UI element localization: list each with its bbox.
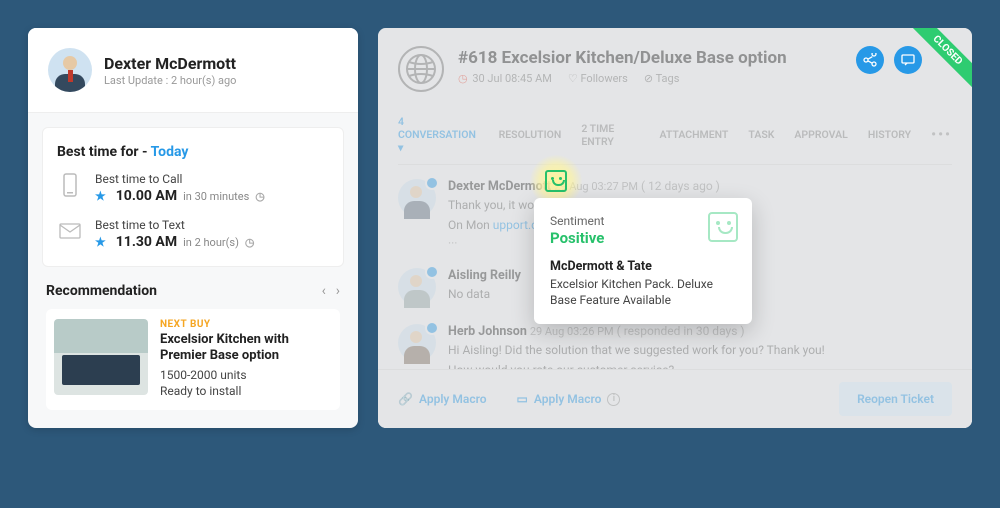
sentiment-popover: Sentiment Positive McDermott & Tate Exce… xyxy=(534,198,752,324)
reco-heading: Recommendation xyxy=(46,283,157,299)
reco-status: Ready to install xyxy=(160,383,332,400)
tab-task[interactable]: TASK xyxy=(748,128,774,141)
chat-icon[interactable] xyxy=(894,46,922,74)
contact-name: Dexter McDermott xyxy=(104,54,236,73)
avatar xyxy=(398,179,436,217)
tags-link[interactable]: ⊘ Tags xyxy=(644,72,680,85)
tab-approval[interactable]: APPROVAL xyxy=(794,128,847,141)
sentiment-desc: Excelsior Kitchen Pack. Deluxe Base Feat… xyxy=(550,276,736,308)
info-icon: i xyxy=(607,393,620,406)
best-time-label: Best time to Text xyxy=(95,218,255,232)
best-time-title: Best time for - Today xyxy=(57,144,329,160)
reco-title: Excelsior Kitchen with Premier Base opti… xyxy=(160,332,332,365)
tab-history[interactable]: HISTORY xyxy=(868,128,911,141)
tab-attachment[interactable]: ATTACHMENT xyxy=(659,128,728,141)
star-icon: ★ xyxy=(95,235,106,249)
reco-qty: 1500-2000 units xyxy=(160,367,332,384)
best-time-card: Best time for - Today Best time to Call … xyxy=(42,127,344,267)
apply-macro-button[interactable]: 🔗Apply Macro xyxy=(398,392,487,406)
template-icon: ▭ xyxy=(517,392,528,406)
tab-conversation[interactable]: 4 CONVERSATION ▾ xyxy=(398,115,479,154)
reco-prev[interactable]: ‹ xyxy=(322,283,326,299)
reopen-ticket-button[interactable]: Reopen Ticket xyxy=(839,382,952,416)
tab-time-entry[interactable]: 2 TIME ENTRY xyxy=(581,122,639,148)
tab-resolution[interactable]: RESOLUTION xyxy=(499,128,562,141)
best-time-label: Best time to Call xyxy=(95,172,265,186)
avatar xyxy=(398,324,436,362)
sentiment-company: McDermott & Tate xyxy=(550,259,736,274)
tabs-more[interactable]: ••• xyxy=(931,127,952,143)
contact-avatar xyxy=(48,48,92,92)
star-icon: ★ xyxy=(95,189,106,203)
share-icon[interactable] xyxy=(856,46,884,74)
apply-macro-template-button[interactable]: ▭Apply Macro i xyxy=(517,392,621,406)
clock-icon: ◷ xyxy=(255,190,265,203)
followers-link[interactable]: ♡ Followers xyxy=(568,72,628,85)
globe-icon xyxy=(398,46,444,92)
clock-icon: ◷ xyxy=(245,236,255,249)
reco-tag: NEXT BUY xyxy=(160,319,332,330)
best-time-call: Best time to Call ★10.00 AMin 30 minutes… xyxy=(57,172,329,204)
phone-icon xyxy=(57,172,83,198)
ticket-tabs: 4 CONVERSATION ▾ RESOLUTION 2 TIME ENTRY… xyxy=(398,101,952,165)
contact-panel: Dexter McDermott Last Update : 2 hour(s)… xyxy=(28,28,358,428)
avatar xyxy=(398,268,436,306)
contact-last-update: Last Update : 2 hour(s) ago xyxy=(104,74,236,87)
reco-next[interactable]: › xyxy=(336,283,340,299)
reco-thumb xyxy=(54,319,148,395)
smile-icon xyxy=(708,212,738,242)
contact-header: Dexter McDermott Last Update : 2 hour(s)… xyxy=(28,28,358,113)
link-icon: 🔗 xyxy=(398,392,413,406)
smile-icon xyxy=(545,170,567,192)
clock-red-icon: ◷ xyxy=(458,72,468,85)
envelope-icon xyxy=(57,218,83,244)
ticket-footer: 🔗Apply Macro ▭Apply Macro i Reopen Ticke… xyxy=(378,369,972,428)
best-time-text: Best time to Text ★11.30 AMin 2 hour(s)◷ xyxy=(57,218,329,250)
reco-card[interactable]: NEXT BUY Excelsior Kitchen with Premier … xyxy=(46,309,340,410)
